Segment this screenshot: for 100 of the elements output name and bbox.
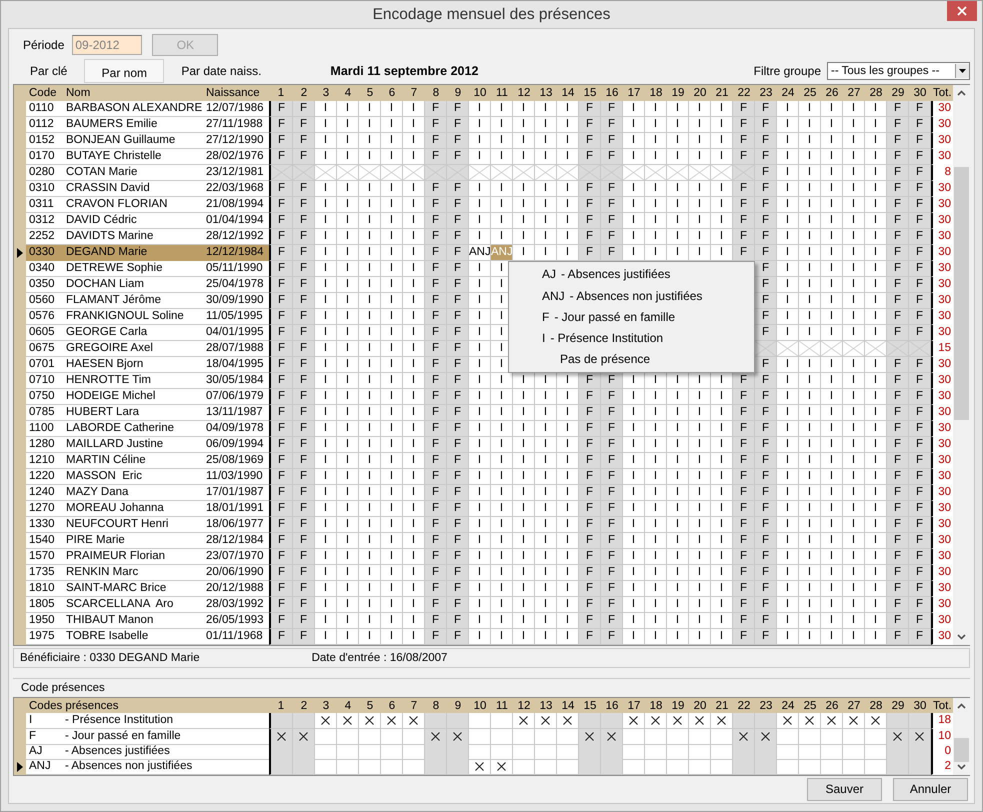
presence-cell[interactable]: F [293, 468, 315, 485]
presence-cell[interactable]: I [645, 484, 667, 501]
presence-cell[interactable]: F [447, 452, 469, 469]
presence-cell[interactable]: I [843, 564, 865, 581]
mark-cell[interactable] [447, 713, 469, 730]
presence-cell[interactable]: F [293, 612, 315, 629]
crossed-cell[interactable] [425, 164, 447, 181]
presence-cell[interactable]: I [359, 340, 381, 357]
presence-cell[interactable]: I [469, 116, 491, 133]
presence-cell[interactable]: I [491, 612, 513, 629]
presence-cell[interactable]: F [447, 244, 469, 261]
presence-cell[interactable]: F [601, 228, 623, 245]
presence-cell[interactable]: F [579, 100, 601, 117]
presence-cell[interactable]: F [579, 420, 601, 437]
presence-cell[interactable]: I [337, 212, 359, 229]
presence-cell[interactable]: I [777, 276, 799, 293]
presence-cell[interactable]: I [799, 148, 821, 165]
presence-cell[interactable]: I [799, 132, 821, 149]
mark-cell[interactable] [359, 713, 381, 730]
presence-cell[interactable]: F [909, 244, 931, 261]
presence-cell[interactable]: F [755, 164, 777, 181]
presence-cell[interactable]: I [799, 500, 821, 517]
presence-cell[interactable]: I [623, 612, 645, 629]
presence-cell[interactable]: I [535, 100, 557, 117]
presence-cell[interactable]: I [491, 148, 513, 165]
mark-cell[interactable] [337, 728, 359, 744]
presence-cell[interactable]: F [733, 420, 755, 437]
presence-cell[interactable]: I [777, 212, 799, 229]
presence-cell[interactable]: I [359, 628, 381, 645]
presence-cell[interactable]: I [469, 420, 491, 437]
presence-cell[interactable]: I [359, 100, 381, 117]
presence-cell[interactable]: F [755, 356, 777, 373]
presence-cell[interactable]: F [887, 532, 909, 549]
mark-cell[interactable] [337, 759, 359, 776]
mark-cell[interactable] [667, 744, 689, 760]
presence-cell[interactable]: I [469, 500, 491, 517]
presence-cell[interactable]: F [293, 548, 315, 565]
presence-cell[interactable]: I [535, 452, 557, 469]
presence-cell[interactable]: I [381, 356, 403, 373]
presence-cell[interactable]: I [777, 228, 799, 245]
crossed-cell[interactable] [513, 164, 535, 181]
presence-cell[interactable]: F [425, 292, 447, 309]
presence-cell[interactable]: I [821, 212, 843, 229]
presence-cell[interactable]: F [293, 404, 315, 421]
presence-cell[interactable]: F [887, 308, 909, 325]
presence-cell[interactable]: I [359, 388, 381, 405]
crossed-cell[interactable] [535, 164, 557, 181]
presence-cell[interactable]: I [491, 436, 513, 453]
presence-cell[interactable]: I [337, 548, 359, 565]
presence-cell[interactable]: I [337, 532, 359, 549]
presence-cell[interactable]: I [359, 324, 381, 341]
presence-cell[interactable]: F [909, 308, 931, 325]
presence-cell[interactable]: I [799, 516, 821, 533]
presence-cell[interactable]: F [269, 468, 293, 485]
presence-cell[interactable]: I [491, 516, 513, 533]
mark-cell[interactable] [843, 759, 865, 776]
presence-cell[interactable]: F [425, 372, 447, 389]
presence-cell[interactable]: F [269, 372, 293, 389]
presence-cell[interactable]: F [887, 324, 909, 341]
presence-cell[interactable]: I [469, 388, 491, 405]
presence-cell[interactable]: F [447, 100, 469, 117]
presence-cell[interactable]: F [909, 372, 931, 389]
presence-cell[interactable]: F [447, 196, 469, 213]
presence-cell[interactable]: I [645, 420, 667, 437]
presence-cell[interactable]: F [755, 580, 777, 597]
presence-cell[interactable]: F [447, 132, 469, 149]
presence-cell[interactable]: F [733, 228, 755, 245]
presence-cell[interactable]: F [293, 196, 315, 213]
presence-cell[interactable]: I [359, 292, 381, 309]
mark-cell[interactable] [535, 713, 557, 730]
presence-cell[interactable]: F [269, 452, 293, 469]
mark-cell[interactable] [843, 728, 865, 744]
presence-cell[interactable]: F [269, 116, 293, 133]
presence-cell[interactable]: I [645, 500, 667, 517]
mark-cell[interactable] [359, 728, 381, 744]
presence-cell[interactable]: F [909, 228, 931, 245]
presence-cell[interactable]: I [799, 420, 821, 437]
presence-cell[interactable]: I [777, 580, 799, 597]
presence-cell[interactable]: I [535, 180, 557, 197]
presence-cell[interactable]: F [425, 340, 447, 357]
presence-cell[interactable]: I [777, 372, 799, 389]
presence-cell[interactable]: I [843, 228, 865, 245]
presence-cell[interactable]: I [381, 420, 403, 437]
presence-cell[interactable]: F [909, 452, 931, 469]
presence-cell[interactable]: I [843, 212, 865, 229]
presence-cell[interactable]: I [821, 100, 843, 117]
presence-cell[interactable]: I [513, 148, 535, 165]
presence-cell[interactable]: F [909, 212, 931, 229]
presence-cell[interactable]: I [513, 404, 535, 421]
presence-cell[interactable]: I [513, 500, 535, 517]
presence-cell[interactable]: F [909, 324, 931, 341]
mark-cell[interactable] [755, 713, 777, 730]
presence-cell[interactable]: I [777, 532, 799, 549]
presence-cell[interactable]: I [843, 308, 865, 325]
presence-cell[interactable]: I [623, 228, 645, 245]
presence-cell[interactable]: F [601, 372, 623, 389]
presence-cell[interactable]: I [777, 564, 799, 581]
presence-cell[interactable]: F [579, 388, 601, 405]
presence-cell[interactable]: I [469, 532, 491, 549]
presence-cell[interactable]: I [315, 116, 337, 133]
